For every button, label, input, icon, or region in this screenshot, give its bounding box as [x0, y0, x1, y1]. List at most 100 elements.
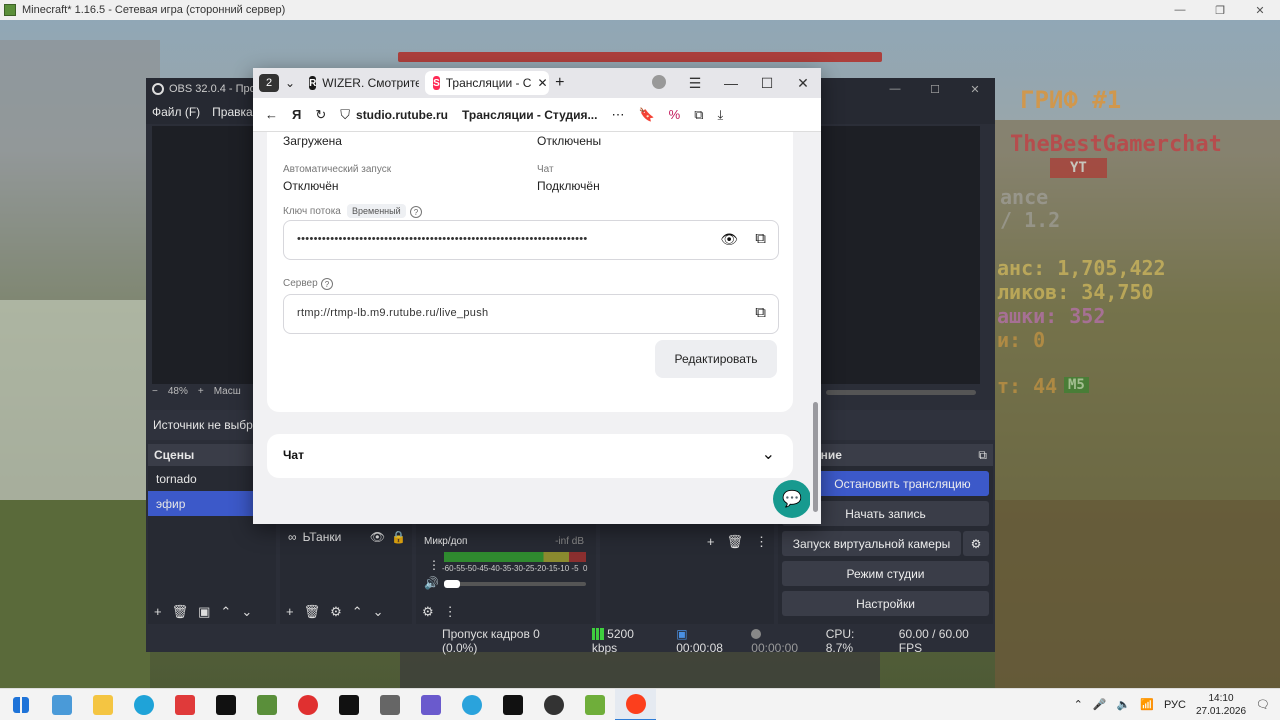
minecraft-icon[interactable] — [246, 689, 287, 720]
yandex-icon[interactable]: Я — [292, 107, 301, 122]
scrollbar-thumb[interactable] — [813, 402, 818, 512]
virtual-camera-row: Запуск виртуальной камеры ⚙ — [778, 526, 993, 556]
gear-icon[interactable]: ⚙ — [330, 604, 342, 620]
edge-icon[interactable] — [123, 689, 164, 720]
sources-toolbar: + 🗑 ⚙ ⌃ ⌄ — [280, 604, 384, 620]
minimize-icon[interactable]: — — [1160, 4, 1200, 17]
obs-icon[interactable] — [533, 689, 574, 720]
add-icon[interactable]: + — [707, 534, 715, 550]
tab-wizer[interactable]: R WIZER. Смотрите — [301, 71, 419, 95]
rutube-icon[interactable] — [492, 689, 533, 720]
address-bar: ← Я ↻ ⛉ studio.rutube.ru Трансляции - Ст… — [253, 98, 821, 132]
copy-icon[interactable]: ⧉ — [755, 304, 766, 321]
network-icon[interactable]: 📶 — [1140, 698, 1154, 711]
discount-icon[interactable]: % — [669, 107, 681, 122]
stream-key-field[interactable]: ••••••••••••••••••••••••••••••••••••••••… — [283, 220, 779, 260]
language-indicator[interactable]: РУС — [1164, 699, 1186, 711]
zoom-in-button[interactable]: + — [198, 386, 204, 397]
opera-icon[interactable] — [287, 689, 328, 720]
chat-label: Чат — [537, 164, 554, 175]
virtual-camera-settings-button[interactable]: ⚙ — [963, 531, 989, 556]
speaker-icon[interactable]: 🔊 — [424, 576, 439, 590]
download-icon[interactable]: ⤓ — [718, 107, 724, 123]
help-icon[interactable]: ? — [321, 278, 333, 290]
start-virtual-camera-button[interactable]: Запуск виртуальной камеры — [782, 531, 961, 556]
maximize-icon[interactable]: ☐ — [915, 83, 955, 96]
chevron-down-icon[interactable]: ⌄ — [762, 444, 775, 464]
tab-count-badge[interactable]: 2 — [259, 74, 279, 92]
help-icon[interactable]: ? — [410, 206, 422, 218]
chevron-down-icon[interactable]: ⌄ — [373, 604, 384, 620]
chevron-down-icon[interactable]: ⌄ — [285, 76, 295, 90]
source-item[interactable]: ∞ ЬТанки 👁 🔒 — [280, 524, 412, 549]
shield-icon[interactable]: ⛉ — [340, 107, 350, 123]
presentation-icon[interactable] — [164, 689, 205, 720]
volume-slider[interactable] — [444, 580, 586, 588]
volume-icon[interactable]: 🔈 — [1117, 698, 1131, 711]
image-viewer-icon[interactable] — [410, 689, 451, 720]
file-explorer-icon[interactable] — [82, 689, 123, 720]
minecraft-launcher-icon[interactable] — [574, 689, 615, 720]
stop-stream-button[interactable]: Остановить трансляцию — [816, 471, 989, 496]
trash-icon[interactable]: 🗑 — [304, 604, 321, 620]
url-text[interactable]: studio.rutube.ru — [356, 108, 448, 122]
server-field[interactable]: rtmp://rtmp-lb.m9.rutube.ru/live_push ⧉ — [283, 294, 779, 334]
support-chat-button[interactable]: 💬 — [773, 480, 811, 518]
chevron-up-icon[interactable]: ⌃ — [1074, 698, 1083, 711]
tanks-icon[interactable] — [369, 689, 410, 720]
chevron-up-icon[interactable]: ⌃ — [220, 604, 231, 620]
chevron-up-icon[interactable]: ⌃ — [352, 604, 363, 620]
new-tab-icon[interactable]: + — [555, 74, 564, 92]
trash-icon[interactable]: 🗑 — [726, 534, 743, 550]
filter-icon[interactable]: ▣ — [198, 604, 210, 620]
terminal-icon[interactable] — [328, 689, 369, 720]
maximize-icon[interactable]: ☐ — [749, 75, 785, 92]
chevron-down-icon[interactable]: ⌄ — [241, 604, 252, 620]
close-icon[interactable]: ✕ — [955, 83, 995, 96]
hamburger-menu-icon[interactable]: ☰ — [677, 75, 713, 92]
bookmark-icon[interactable]: 🔖 — [638, 107, 654, 123]
minimize-icon[interactable]: — — [875, 83, 915, 96]
menu-dots-icon[interactable]: ⋮ — [444, 604, 457, 620]
eye-icon[interactable]: 👁 — [370, 530, 385, 544]
minimize-icon[interactable]: — — [713, 75, 749, 91]
zoom-scrollbar[interactable] — [826, 390, 976, 395]
page-content: Загружена Отключены Автоматический запус… — [253, 132, 821, 524]
reload-icon[interactable]: ↻ — [315, 107, 326, 123]
settings-button[interactable]: Настройки — [782, 591, 989, 616]
close-icon[interactable]: ✕ — [785, 75, 821, 92]
menu-file[interactable]: Файл (F) — [152, 105, 200, 119]
undock-icon[interactable]: ⧉ — [978, 448, 987, 463]
microphone-icon[interactable]: 🎤 — [1093, 698, 1107, 711]
profile-avatar[interactable] — [641, 74, 677, 92]
trash-icon[interactable]: 🗑 — [172, 604, 189, 620]
add-icon[interactable]: + — [286, 604, 294, 620]
back-arrow-icon[interactable]: ← — [265, 107, 278, 122]
more-dots-icon[interactable]: ⋯ — [611, 107, 624, 123]
close-icon[interactable]: ✕ — [1240, 4, 1280, 17]
page-scrollbar[interactable] — [810, 132, 821, 524]
copy-icon[interactable]: ⧉ — [755, 230, 766, 247]
zoom-out-button[interactable]: − — [152, 386, 158, 397]
eye-icon[interactable]: 👁 — [720, 231, 738, 248]
yandex-browser-icon[interactable] — [615, 688, 656, 720]
capcut-icon[interactable] — [205, 689, 246, 720]
hud-line: и: 0 — [997, 328, 1046, 352]
collections-icon[interactable]: ⧉ — [694, 107, 703, 123]
chat-section[interactable]: Чат ⌄ — [267, 434, 793, 478]
add-icon[interactable]: + — [154, 604, 162, 620]
notification-icon[interactable]: 🗨 — [1256, 698, 1270, 711]
gear-icon[interactable]: ⚙ — [422, 604, 434, 620]
edit-button[interactable]: Редактировать — [655, 340, 777, 378]
maximize-icon[interactable]: ❐ — [1200, 4, 1240, 17]
clock[interactable]: 14:10 27.01.2026 — [1196, 692, 1246, 718]
lock-icon[interactable]: 🔒 — [391, 530, 406, 544]
tab-translyatsii[interactable]: S Трансляции - С ✕ — [425, 71, 550, 95]
studio-mode-button[interactable]: Режим студии — [782, 561, 989, 586]
menu-dots-icon[interactable]: ⋮ — [428, 558, 440, 572]
close-tab-icon[interactable]: ✕ — [537, 76, 547, 90]
start-button[interactable] — [0, 689, 41, 720]
menu-dots-icon[interactable]: ⋮ — [755, 534, 768, 550]
telegram-icon[interactable] — [451, 689, 492, 720]
explorer-window-icon[interactable] — [41, 689, 82, 720]
